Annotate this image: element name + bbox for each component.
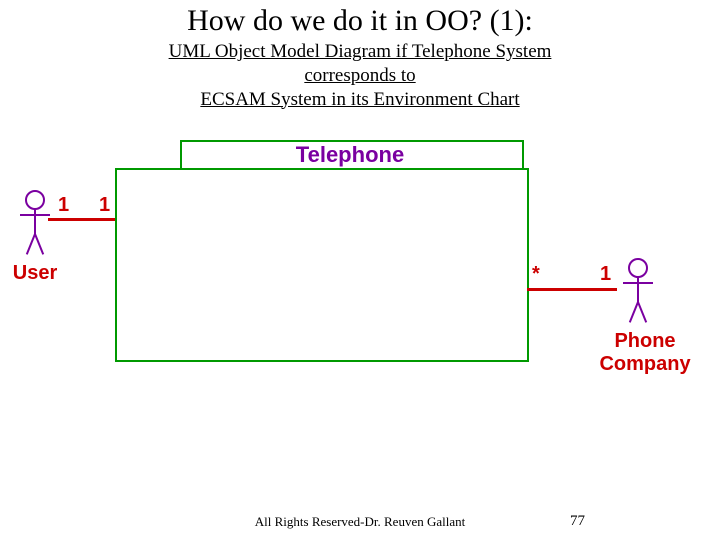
actor-user-label: User: [0, 262, 70, 285]
actor-phone-company: [618, 258, 658, 338]
actor-arms-icon: [20, 214, 50, 216]
class-box-body: [115, 168, 529, 362]
actor-body-icon: [637, 276, 639, 304]
page-number: 77: [570, 513, 585, 530]
actor-arms-icon: [623, 282, 653, 284]
actor-user: [15, 190, 55, 270]
mult-telephone-right-side: *: [532, 263, 540, 286]
mult-phonecompany-side: 1: [600, 263, 611, 286]
mult-user-side: 1: [58, 194, 69, 217]
assoc-user-telephone: [48, 218, 115, 221]
actor-head-icon: [628, 258, 648, 278]
class-name-label: Telephone: [180, 142, 520, 168]
diagram-canvas: Telephone User 1 1 Phone Company * 1: [0, 0, 720, 540]
actor-phone-company-label: Phone Company: [590, 330, 700, 376]
actor-body-icon: [34, 208, 36, 236]
actor-head-icon: [25, 190, 45, 210]
copyright-text: All Rights Reserved-Dr. Reuven Gallant: [0, 514, 720, 530]
mult-telephone-left-side: 1: [99, 194, 110, 217]
slide-footer: All Rights Reserved-Dr. Reuven Gallant 7…: [0, 514, 720, 530]
actor-leg-icon: [637, 302, 647, 323]
actor-leg-icon: [34, 234, 44, 255]
assoc-telephone-phonecompany: [527, 288, 617, 291]
